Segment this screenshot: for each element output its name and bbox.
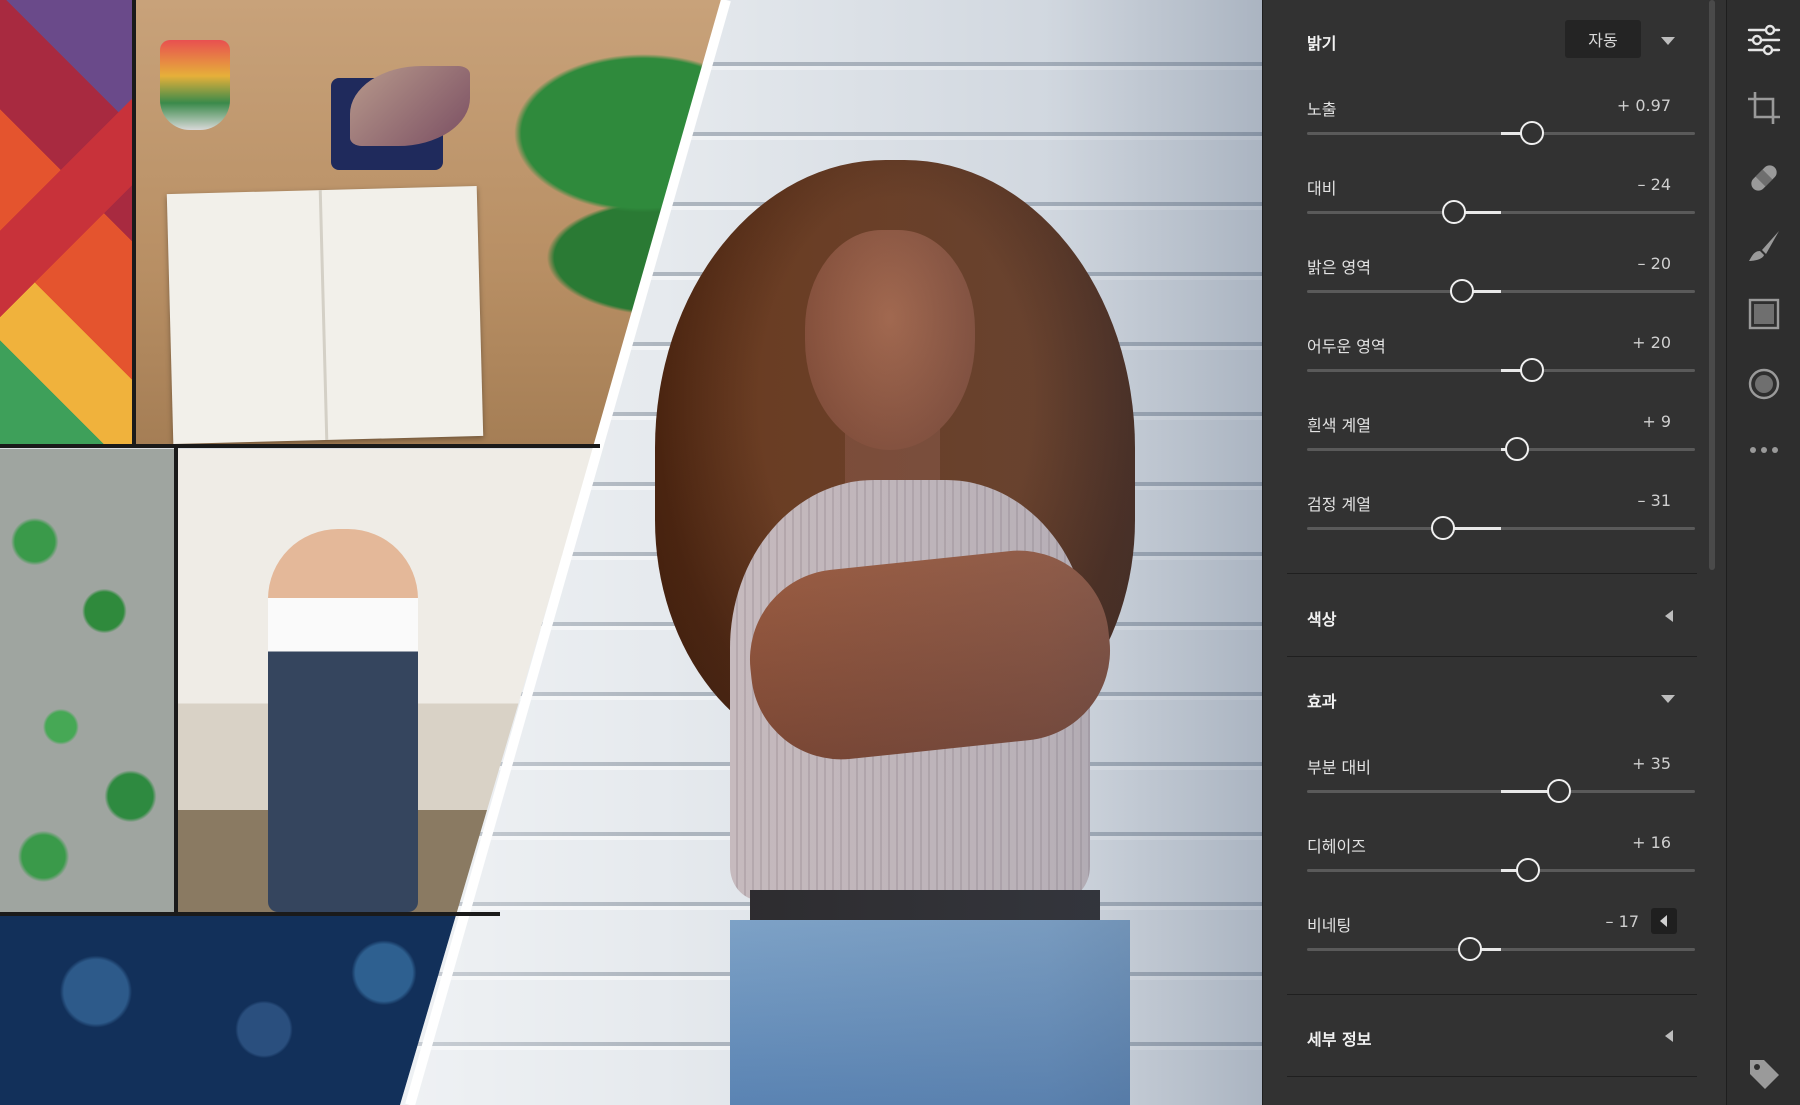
slider-value[interactable]: – 31 [1638,491,1671,510]
slider-value[interactable]: – 20 [1638,254,1671,273]
photo-canvas[interactable] [0,0,1262,1105]
chevron-left-icon[interactable] [1661,1030,1675,1044]
linear-gradient-icon[interactable] [1746,296,1782,332]
slider-thumb[interactable] [1442,200,1467,224]
vignette-options-button[interactable] [1651,908,1677,934]
sketchbook [166,185,484,444]
slider-value[interactable]: + 20 [1632,333,1671,352]
app-window: 밝기 자동 노출 + 0.97 대비 – 24 밝은 영역 – 20 어두운 영역 + 20 흰… [0,0,1800,1105]
chevron-left-icon[interactable] [1661,610,1675,624]
slider-value[interactable]: + 16 [1632,833,1671,852]
slider-row: 검정 계열 – 31 [1277,491,1697,561]
pencil-cup [160,40,230,130]
slider-row: 디헤이즈 + 16 [1277,833,1697,903]
photo-floral-fabric [0,916,480,1105]
tag-icon[interactable] [1746,1056,1782,1092]
slider-row: 노출 + 0.97 [1277,96,1697,166]
slider-label: 어두운 영역 [1307,337,1386,356]
slider-row: 밝은 영역 – 20 [1277,254,1697,324]
slider-value[interactable]: + 35 [1632,754,1671,773]
panel-scrollbar[interactable] [1709,0,1715,570]
healing-bandage-icon[interactable] [1746,160,1782,196]
color-section-title: 색상 [1307,610,1337,629]
edit-panel-content: 밝기 자동 노출 + 0.97 대비 – 24 밝은 영역 – 20 어두운 영역 + 20 흰… [1277,0,1697,1105]
slider-thumb[interactable] [1547,779,1572,803]
slider-track[interactable] [1307,437,1695,461]
slider-label: 밝은 영역 [1307,258,1371,277]
radial-gradient-icon[interactable] [1746,366,1782,402]
slider-value[interactable]: – 24 [1638,175,1671,194]
slider-thumb[interactable] [1450,279,1475,303]
slider-value[interactable]: + 9 [1642,412,1671,431]
slider-track[interactable] [1307,121,1695,145]
slider-thumb[interactable] [1430,516,1455,540]
slider-value[interactable]: – 17 [1606,912,1639,931]
slider-row: 어두운 영역 + 20 [1277,333,1697,403]
slider-track[interactable] [1307,779,1695,803]
potter-figure [268,529,418,912]
slider-label: 노출 [1307,100,1337,119]
slider-label: 대비 [1307,179,1337,198]
section-divider [1287,573,1697,574]
edit-panel: 밝기 자동 노출 + 0.97 대비 – 24 밝은 영역 – 20 어두운 영역 + 20 흰… [1262,0,1727,1105]
slider-thumb[interactable] [1516,858,1541,882]
brush-icon[interactable] [1746,228,1782,264]
slider-thumb[interactable] [1520,358,1545,382]
section-divider [1287,1076,1697,1077]
section-divider [1287,656,1697,657]
slider-thumb[interactable] [1457,937,1482,961]
chevron-down-icon[interactable] [1661,692,1675,706]
slider-label: 흰색 계열 [1307,416,1371,435]
slider-track[interactable] [1307,358,1695,382]
crop-rotate-icon[interactable] [1746,90,1782,126]
auto-button[interactable]: 자동 [1565,20,1641,58]
slider-track[interactable] [1307,279,1695,303]
slider-row: 비네팅 – 17 [1277,908,1697,982]
photo-leaves-pattern [0,449,174,912]
slider-thumb[interactable] [1520,121,1545,145]
slider-label: 디헤이즈 [1307,837,1366,856]
edit-sliders-icon[interactable] [1746,22,1782,58]
color-section-header[interactable]: 색상 [1277,596,1697,636]
slider-label: 비네팅 [1307,916,1352,935]
section-divider [1287,994,1697,995]
slider-label: 부분 대비 [1307,758,1371,777]
detail-section-title: 세부 정보 [1307,1030,1372,1049]
slider-track[interactable] [1307,200,1695,224]
slider-label: 검정 계열 [1307,495,1371,514]
slider-track[interactable] [1307,516,1695,540]
effects-section-header[interactable]: 효과 [1277,678,1697,718]
more-options-icon[interactable] [1746,432,1782,468]
slider-track[interactable] [1307,858,1695,882]
slider-value[interactable]: + 0.97 [1617,96,1671,115]
detail-section-header[interactable]: 세부 정보 [1277,1016,1697,1056]
chevron-down-icon[interactable] [1661,34,1675,48]
photo-abstract-painting [0,0,133,444]
light-section-title: 밝기 [1307,34,1337,53]
slider-thumb[interactable] [1504,437,1529,461]
slider-row: 흰색 계열 + 9 [1277,412,1697,482]
slider-row: 부분 대비 + 35 [1277,754,1697,824]
effects-section-title: 효과 [1307,692,1337,711]
slider-track[interactable] [1307,937,1695,961]
slider-row: 대비 – 24 [1277,175,1697,245]
tool-strip [1726,0,1800,1105]
